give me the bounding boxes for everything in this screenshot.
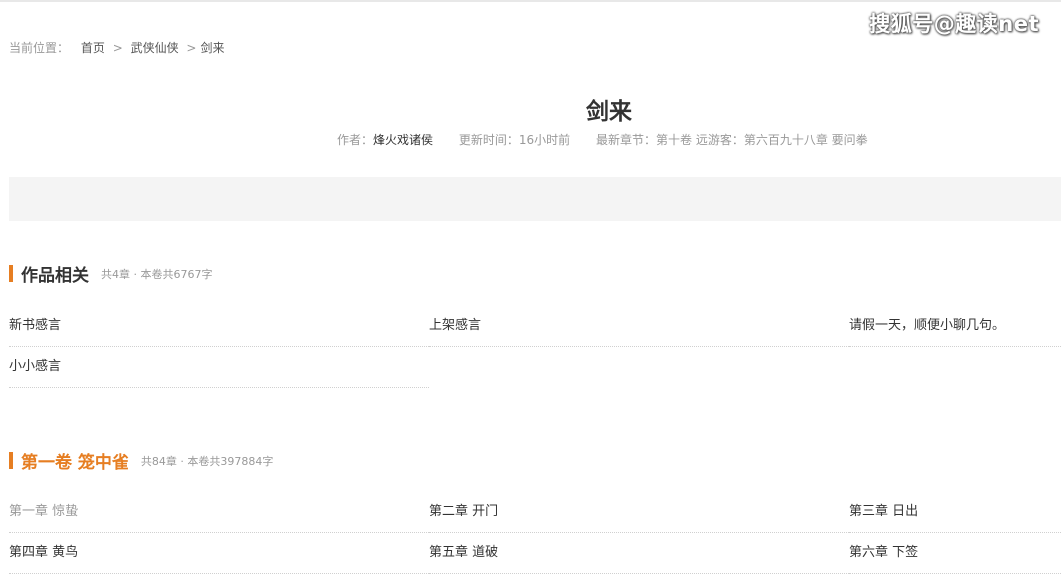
updated-label: 更新时间： [458, 133, 519, 147]
chapter-link[interactable]: 第一章 惊蛰 [9, 492, 429, 533]
chapter-link[interactable]: 第六章 下签 [849, 533, 1061, 574]
volume-header: 作品相关 共4章 · 本卷共6767字 [9, 261, 212, 286]
breadcrumb-separator: > [186, 41, 197, 55]
chapter-list: 新书感言 上架感言 请假一天，顺便小聊几句。 小小感言 [9, 306, 1061, 388]
book-title: 剑来 [586, 99, 632, 125]
breadcrumb-label: 当前位置： [9, 41, 70, 55]
chapter-link[interactable]: 新书感言 [9, 306, 429, 347]
breadcrumb-current: 剑来 [200, 41, 225, 55]
updated-value: 16小时前 [518, 133, 571, 147]
ad-banner-placeholder [9, 177, 1061, 221]
author-name: 烽火戏诸侯 [373, 133, 434, 147]
chapter-link[interactable]: 第三章 日出 [849, 492, 1061, 533]
breadcrumb-separator: > [112, 41, 123, 55]
volume-info: 共84章 · 本卷共397884字 [140, 454, 274, 468]
chapter-link[interactable]: 请假一天，顺便小聊几句。 [849, 306, 1061, 347]
breadcrumb: 当前位置： 首页 > 武侠仙侠 > 剑来 [9, 39, 225, 56]
volume-title: 第一卷 笼中雀 [21, 453, 129, 473]
volume-marker [9, 452, 13, 469]
latest-chapter-link[interactable]: 第十卷 远游客：第六百九十八章 要问拳 [656, 133, 868, 147]
chapter-link[interactable]: 小小感言 [9, 347, 429, 388]
book-meta: 作者：烽火戏诸侯 更新时间：16小时前 最新章节：第十卷 远游客：第六百九十八章… [337, 131, 890, 148]
chapter-link[interactable]: 第四章 黄鸟 [9, 533, 429, 574]
chapter-link[interactable]: 第五章 道破 [429, 533, 849, 574]
watermark: 搜狐号@趣读net [869, 12, 1039, 36]
latest-chapter-info: 最新章节：第十卷 远游客：第六百九十八章 要问拳 [596, 133, 868, 147]
chapter-list: 第一章 惊蛰 第二章 开门 第三章 日出 第四章 黄鸟 第五章 道破 第六章 下… [9, 492, 1061, 574]
author-info: 作者：烽火戏诸侯 [337, 133, 437, 147]
update-info: 更新时间：16小时前 [459, 133, 574, 147]
top-divider [0, 0, 1061, 2]
author-label: 作者： [337, 133, 374, 147]
volume-title: 作品相关 [21, 266, 89, 286]
volume-header: 第一卷 笼中雀 共84章 · 本卷共397884字 [9, 448, 273, 473]
latest-label: 最新章节： [595, 133, 656, 147]
volume-marker [9, 265, 13, 282]
chapter-link[interactable]: 上架感言 [429, 306, 849, 347]
breadcrumb-home-link[interactable]: 首页 [81, 41, 105, 55]
chapter-link[interactable]: 第二章 开门 [429, 492, 849, 533]
volume-info: 共4章 · 本卷共6767字 [101, 267, 213, 281]
breadcrumb-category-link[interactable]: 武侠仙侠 [131, 41, 179, 55]
